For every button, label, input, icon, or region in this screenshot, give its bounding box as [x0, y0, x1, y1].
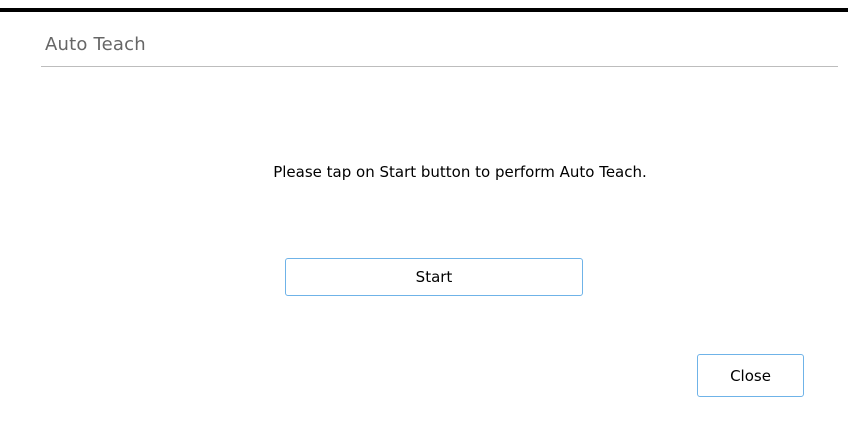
close-button[interactable]: Close: [697, 354, 804, 397]
instruction-text: Please tap on Start button to perform Au…: [273, 163, 647, 181]
window-top-border: [0, 8, 848, 12]
title-divider: [41, 66, 838, 67]
dialog-title: Auto Teach: [45, 34, 146, 55]
start-button[interactable]: Start: [285, 258, 583, 296]
